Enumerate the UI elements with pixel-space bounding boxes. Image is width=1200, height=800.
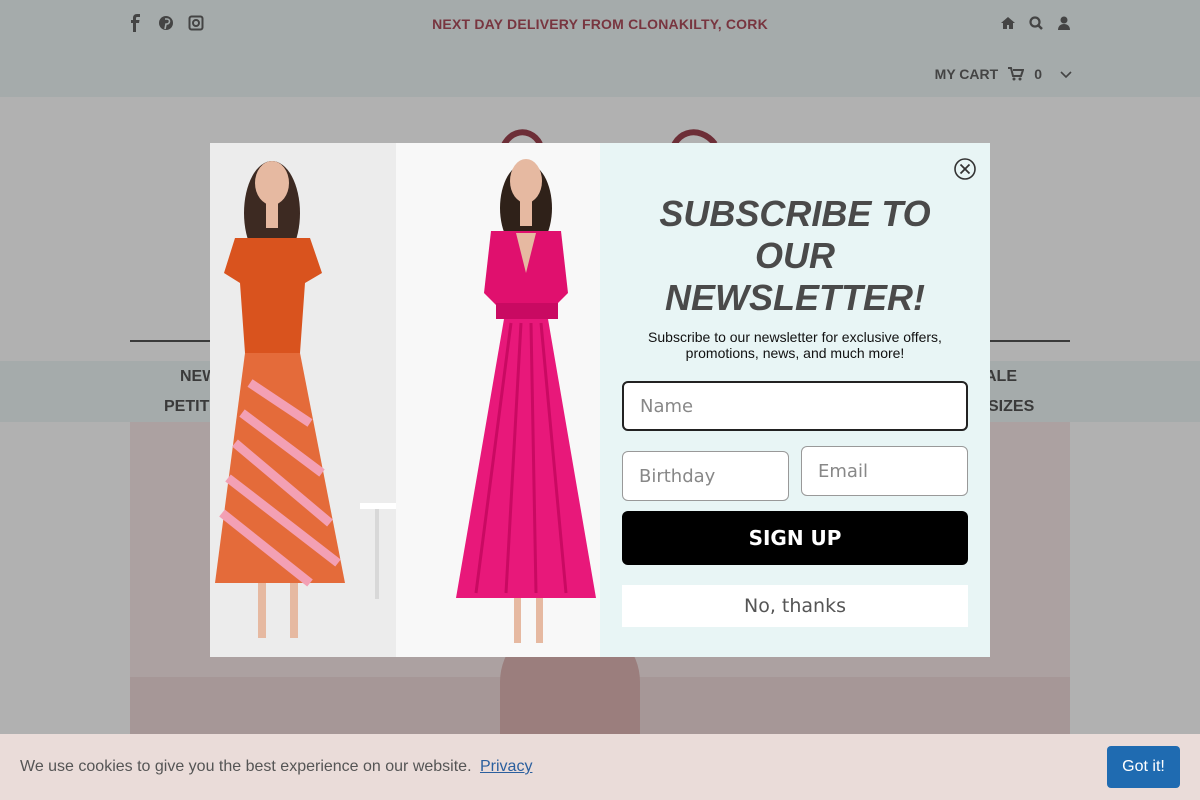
- popup-title-line-1: SUBSCRIBE TO: [659, 193, 931, 234]
- no-thanks-button[interactable]: No, thanks: [622, 585, 968, 627]
- popup-title: SUBSCRIBE TO OUR NEWSLETTER!: [622, 193, 968, 319]
- popup-title-line-3: NEWSLETTER!: [665, 277, 925, 318]
- name-placeholder: Name: [640, 395, 694, 417]
- email-field[interactable]: Email: [801, 446, 968, 496]
- name-field[interactable]: Name: [622, 381, 968, 431]
- popup-image-orange-dress: [210, 143, 396, 657]
- popup-image-pink-dress: [396, 143, 600, 657]
- cookie-accept-button[interactable]: Got it!: [1107, 746, 1180, 788]
- newsletter-popup: SUBSCRIBE TO OUR NEWSLETTER! Subscribe t…: [210, 143, 990, 657]
- cookie-banner: We use cookies to give you the best expe…: [0, 734, 1200, 800]
- sign-up-button[interactable]: SIGN UP: [622, 511, 968, 565]
- cookie-message: We use cookies to give you the best expe…: [20, 758, 532, 776]
- popup-subtitle-line-1: Subscribe to our newsletter for exclusiv…: [648, 329, 942, 345]
- popup-subtitle-line-2: promotions, news, and much more!: [685, 345, 905, 361]
- birthday-placeholder: Birthday: [639, 465, 716, 487]
- email-placeholder: Email: [818, 460, 868, 482]
- privacy-link[interactable]: Privacy: [480, 758, 532, 775]
- close-icon[interactable]: [954, 158, 976, 180]
- birthday-field[interactable]: Birthday: [622, 451, 789, 501]
- popup-subtitle: Subscribe to our newsletter for exclusiv…: [622, 329, 968, 361]
- cookie-text: We use cookies to give you the best expe…: [20, 758, 472, 775]
- popup-title-line-2: OUR: [755, 235, 835, 276]
